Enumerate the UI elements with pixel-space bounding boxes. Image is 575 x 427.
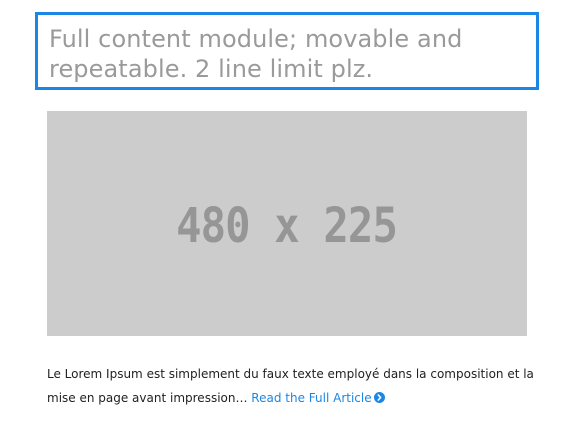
chevron-circle-right-icon[interactable] <box>373 392 385 403</box>
image-placeholder-label: 480 x 225 <box>176 197 399 254</box>
module-title-box[interactable]: Full content module; movable and repeata… <box>35 12 539 90</box>
read-more-label[interactable]: Read the Full Article <box>251 391 371 405</box>
content-module: Full content module; movable and repeata… <box>0 0 575 427</box>
read-full-article-link[interactable]: Read the Full Article <box>251 391 385 405</box>
image-placeholder: 480 x 225 <box>47 111 527 336</box>
article-excerpt: Le Lorem Ipsum est simplement du faux te… <box>47 362 537 410</box>
module-title[interactable]: Full content module; movable and repeata… <box>49 24 526 84</box>
